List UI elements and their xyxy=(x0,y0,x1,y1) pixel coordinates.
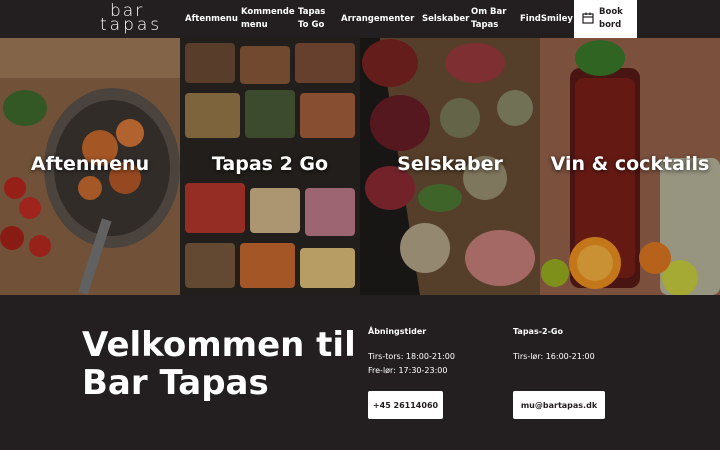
tile-title: Tapas 2 Go xyxy=(211,153,329,175)
email-button[interactable]: mu@bartapas.dk xyxy=(513,391,605,419)
tile-title: Selskaber xyxy=(397,153,503,175)
site-header: bar tapas Aftenmenu Kommende menu Tapas … xyxy=(0,0,720,38)
tile-tapas-2-go[interactable]: Tapas 2 Go xyxy=(180,38,360,295)
welcome-heading: Velkommen til Bar Tapas xyxy=(82,325,356,403)
togo-heading: Tapas-2-Go xyxy=(513,327,563,336)
nav-item-kommende-menu[interactable]: Kommende menu xyxy=(241,0,299,38)
nav-item-om-bar-tapas[interactable]: Om Bar Tapas xyxy=(471,0,515,38)
logo-line2: tapas xyxy=(100,15,163,35)
nav-item-aftenmenu[interactable]: Aftenmenu xyxy=(185,0,238,38)
bar-tapas-logo[interactable]: bar tapas xyxy=(98,2,162,36)
category-tiles: Aftenmenu Tapas 2 Go Selskaber Vin & coc… xyxy=(0,38,720,295)
nav-item-selskaber[interactable]: Selskaber xyxy=(422,0,469,38)
opening-hours-line1: Tirs-tors: 18:00-21:00 xyxy=(368,352,455,361)
nav-item-tapas-to-go[interactable]: Tapas To Go xyxy=(298,0,334,38)
tile-selskaber[interactable]: Selskaber xyxy=(360,38,540,295)
nav-item-arrangementer[interactable]: Arrangementer xyxy=(341,0,414,38)
nav-item-findsmiley[interactable]: FindSmiley xyxy=(520,0,573,38)
opening-hours-line2: Fre-lør: 17:30-23:00 xyxy=(368,366,448,375)
opening-hours-heading: Åbningstider xyxy=(368,327,427,336)
book-table-label: Book bord xyxy=(599,7,623,30)
tile-aftenmenu[interactable]: Aftenmenu xyxy=(0,38,180,295)
book-table-button[interactable]: Book bord xyxy=(574,0,637,38)
phone-button[interactable]: +45 26114060 xyxy=(368,391,443,419)
tile-vin-cocktails[interactable]: Vin & cocktails xyxy=(540,38,720,295)
tile-title: Vin & cocktails xyxy=(550,153,710,175)
tile-title: Aftenmenu xyxy=(30,153,150,175)
togo-hours: Tirs-lør: 16:00-21:00 xyxy=(513,352,595,361)
calendar-icon xyxy=(582,12,594,24)
